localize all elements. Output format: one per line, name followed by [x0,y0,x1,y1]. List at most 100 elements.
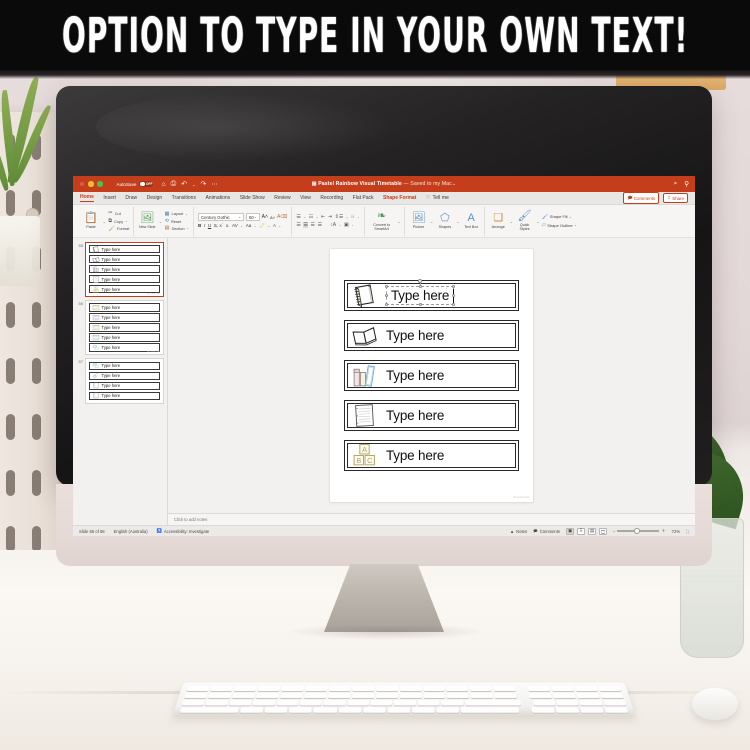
cut-button[interactable]: ✂ Cut [108,210,129,216]
redo-icon[interactable]: ↷ [201,180,207,188]
superscript-button[interactable]: x˙ [219,223,223,228]
status-bar[interactable]: Slide 55 of 68 English (Australia) ♿ Acc… [73,525,695,536]
resize-handle-s[interactable] [418,302,422,306]
close-icon[interactable] [79,181,85,187]
zoom-level[interactable]: 72% [672,529,680,534]
tab-view[interactable]: View [300,195,311,202]
ribbon-options-icon[interactable]: ⚲ [684,180,689,188]
current-slide[interactable]: Type here Type here Type here Type here … [330,249,533,502]
slide-sorter-icon[interactable]: ⠿ [577,527,586,535]
more-icon[interactable]: ⋯ [211,181,217,188]
font-size-select[interactable]: 50 ⌄ [246,213,260,221]
normal-view-icon[interactable]: ▣ [566,527,575,535]
ribbon-toolbar[interactable]: 📋 Paste ⌄ ✂ Cut ⧉ Copy ⌄ 🖌 Format 🖼 New … [73,205,695,238]
tab-design[interactable]: Design [147,195,163,202]
window-traffic-lights[interactable] [79,181,103,187]
tab-draw[interactable]: Draw [125,195,137,202]
tab-review[interactable]: Review [274,195,290,202]
justify-icon[interactable]: ☰ [318,222,322,228]
zoom-in-icon[interactable]: ＋ [661,528,665,534]
arrange-button[interactable]: ❏ Arrange [489,213,507,230]
slide-thumbnail-55[interactable]: Type here Type here Type here Type here … [85,241,164,297]
tab-home[interactable]: Home [80,194,94,202]
home-icon[interactable]: ⌂ [161,181,165,188]
slide-card-2[interactable]: Type here [344,320,519,351]
copy-button[interactable]: ⧉ Copy ⌄ [108,218,129,225]
thumbnail-row-56[interactable]: 56 Type here Type here Type here Type he… [73,298,167,356]
resize-handle-ne[interactable] [452,285,456,289]
shapes-button[interactable]: ⬠ Shapes [436,213,454,230]
notes-pane[interactable]: Click to add notes [168,513,695,525]
picture-button[interactable]: 🖼 Picture [409,213,427,230]
tab-animations[interactable]: Animations [205,195,230,202]
slide-thumbnail-56[interactable]: Type here Type here Type here Type here … [85,299,164,356]
tab-shape-format[interactable]: Shape Format [383,195,416,202]
undo-icon[interactable]: ↶ [181,180,187,188]
comments-toggle-button[interactable]: 🗩 Comments [533,528,560,535]
underline-button[interactable]: U [208,223,211,228]
shape-fill-button[interactable]: 🖌 Shape Fill ⌄ [542,214,577,220]
save-icon[interactable]: ⎙ [171,180,177,188]
autosave-toggle[interactable]: AutoSave OFF [117,180,154,188]
clear-formatting-icon[interactable]: A⌫ [277,214,287,220]
tab-recording[interactable]: Recording [320,195,343,202]
maximize-icon[interactable] [97,181,103,187]
layout-button[interactable]: ▦ Layout ⌄ [165,211,189,217]
text-box-1[interactable]: Type here [385,279,456,306]
align-left-icon[interactable]: ☰ [296,222,300,228]
language-indicator[interactable]: English (Australia) [114,529,148,534]
slide-editor-pane[interactable]: Type here Type here Type here Type here … [168,238,695,525]
resize-handle-n[interactable] [418,285,422,289]
slide-thumbnail-57[interactable]: Type here Type here Type here Type here [85,358,164,404]
comments-button[interactable]: 🗩 Comments [623,192,660,204]
resize-handle-se[interactable] [452,302,456,306]
shape-outline-button[interactable]: ▱ Shape Outline ⌄ [542,222,577,228]
minimize-icon[interactable] [88,181,94,187]
resize-handle-w[interactable] [385,293,389,298]
character-spacing-button[interactable]: AV [232,223,238,228]
text-box-button[interactable]: A Text Box [462,213,480,230]
font-color-icon[interactable]: A [273,223,276,228]
thumbnail-row-57[interactable]: 57 Type here Type here Type here Type he… [73,357,167,405]
change-case-button[interactable]: Aa [246,223,252,228]
share-button[interactable]: ⇪ Share [663,193,688,203]
subscript-button[interactable]: x. [226,223,230,228]
section-button[interactable]: ▤ Section ⌄ [165,225,189,231]
accessibility-status[interactable]: ♿ Accessibility: Investigate [157,528,210,534]
presenter-view-icon[interactable]: 🖵 [599,527,608,535]
tab-slide-show[interactable]: Slide Show [240,195,265,202]
italic-button[interactable]: I [204,223,205,228]
resize-handle-sw[interactable] [385,302,389,306]
title-bar-right-actions[interactable]: ⌕ ⚲ [674,180,689,188]
view-switcher[interactable]: ▣ ⠿ ▤ 🖵 [566,527,608,535]
line-spacing-icon[interactable]: ⇕☰ [335,214,344,220]
align-center-icon[interactable]: ☰ [303,222,308,229]
rotate-handle[interactable] [418,279,423,283]
quick-styles-button[interactable]: 🖌 Quick Styles [516,211,534,232]
tab-transitions[interactable]: Transitions [172,195,196,202]
notes-toggle-button[interactable]: ▲ Notes [510,529,527,534]
bullets-icon[interactable]: ☰ [296,214,300,220]
resize-handle-e[interactable] [452,293,456,298]
format-painter-button[interactable]: 🖌 Format [108,226,129,232]
tab-insert[interactable]: Insert [103,195,116,202]
zoom-slider-knob[interactable] [634,527,641,534]
autosave-switch[interactable]: OFF [139,180,154,188]
font-name-select[interactable]: Century Gothic ⌄ [198,213,245,221]
slide-card-1[interactable]: Type here [344,279,519,311]
slide-card-3[interactable]: Type here [344,360,519,391]
strikethrough-button[interactable]: S̶ [214,223,217,228]
decrease-font-icon[interactable]: A˅ [270,215,275,220]
text-highlight-icon[interactable]: 🖍 [259,223,265,229]
thumbnail-row-55[interactable]: 55 Type here Type here Type here Type he… [73,240,167,298]
numbering-icon[interactable]: ☷ [309,214,313,220]
slide-card-5[interactable]: ABC Type here [344,440,519,471]
increase-indent-icon[interactable]: ⇥ [328,214,332,220]
align-text-icon[interactable]: ▣ [344,222,349,228]
slide-thumbnail-panel[interactable]: 55 Type here Type here Type here Type he… [73,238,168,525]
columns-icon[interactable]: ⁝⁝ [351,214,354,220]
zoom-slider[interactable]: − ＋ [613,527,666,534]
align-right-icon[interactable]: ☰ [311,222,315,228]
reset-button[interactable]: ⟲ Reset [165,218,189,224]
decrease-indent-icon[interactable]: ⇤ [321,214,325,220]
